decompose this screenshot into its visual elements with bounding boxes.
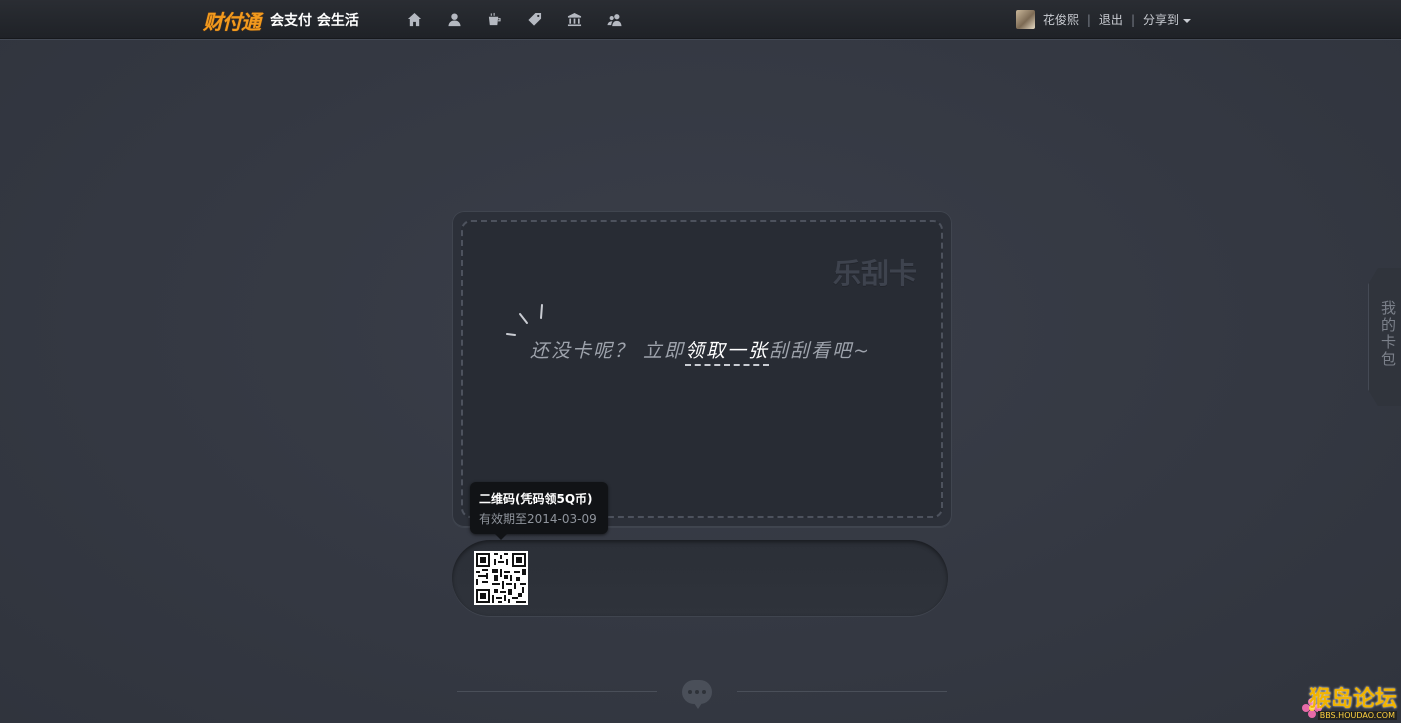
qrcode-icon[interactable] [474,551,528,605]
watermark: 猴岛论坛 BBS.HOUDAO.COM [1309,689,1397,720]
logo[interactable]: 财付通 会支付 会生活 [203,8,359,34]
scratch-card-inner: 乐刮卡 [461,220,943,518]
home-icon[interactable] [405,11,424,28]
user-icon[interactable] [445,11,464,28]
separator: | [1130,12,1135,27]
user-bar: 花俊熙 | 退出 | 分享到 [1015,10,1191,29]
share-label: 分享到 [1142,13,1179,27]
my-card-wallet-tab[interactable]: 我的卡包 [1368,268,1401,406]
logout-link[interactable]: 退出 [1099,11,1123,28]
chevron-down-icon [1183,18,1191,23]
watermark-main: 猴岛论坛 [1308,687,1397,712]
divider [737,691,947,692]
scratch-card: 乐刮卡 [452,211,952,527]
watermark-sub: BBS.HOUDAO.COM [1317,711,1397,720]
share-dropdown[interactable]: 分享到 [1143,11,1191,28]
qrcode-tooltip: 二维码(凭码领5Q币) 有效期至2014-03-09 [470,482,608,540]
user-name[interactable]: 花俊熙 [1043,11,1079,28]
separator: | [1086,12,1091,27]
bank-icon[interactable] [565,11,584,28]
empty-card-prompt: 还没卡呢？ 立即领取一张刮刮看吧~ [530,336,871,366]
sidetab-label: 我的卡包 [1381,299,1397,368]
friends-icon[interactable] [605,11,624,28]
tooltip-title: 二维码(凭码领5Q币) [479,492,593,506]
nav-icon-group [405,11,624,28]
page-background: 财付通 会支付 会生活 花俊熙 | 退出 | 分享到 乐刮卡 还没卡呢？ 立即领… [0,0,1401,723]
tooltip-expiry: 有效期至2014-03-09 [479,512,597,526]
chat-bubble-icon[interactable] [682,680,712,709]
avatar[interactable] [1015,10,1035,29]
logo-text: 财付通 [203,9,261,34]
claim-card-link[interactable]: 领取一张 [685,340,770,366]
prompt-prefix: 还没卡呢？ 立即 [530,340,686,362]
top-nav-bar: 财付通 会支付 会生活 花俊熙 | 退出 | 分享到 [0,0,1401,39]
logo-slogan: 会支付 会生活 [270,13,359,29]
cup-icon[interactable] [485,11,504,28]
divider [457,691,657,692]
tag-icon[interactable] [525,11,544,28]
card-title: 乐刮卡 [832,257,917,290]
prompt-suffix: 刮刮看吧~ [769,340,871,362]
